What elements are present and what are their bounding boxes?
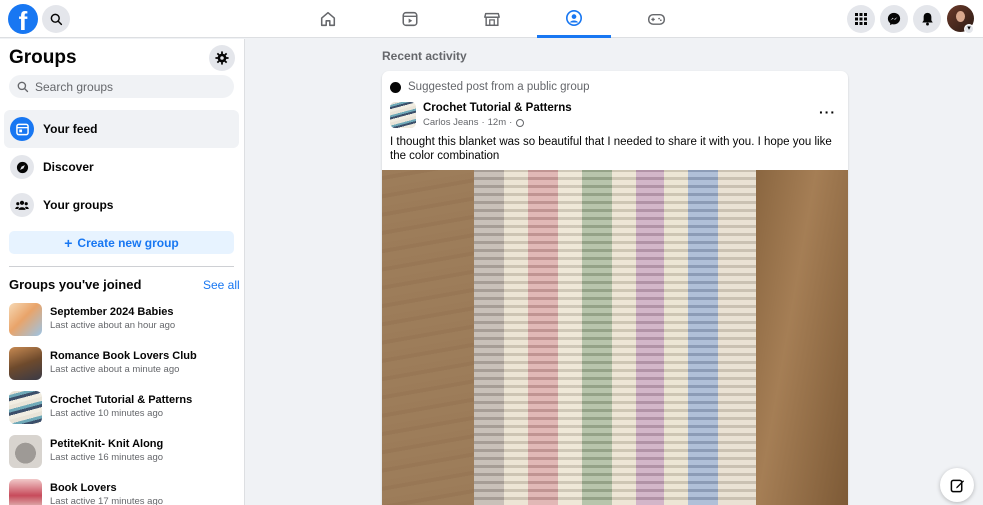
compass-icon — [10, 155, 34, 179]
post-author[interactable]: Carlos Jeans — [423, 117, 478, 128]
search-icon — [50, 13, 62, 25]
separator: · — [481, 117, 485, 128]
marketplace-icon — [484, 12, 500, 27]
recent-activity-heading: Recent activity — [382, 49, 467, 63]
globe-icon — [516, 118, 525, 127]
group-item-crochet-tutorial-patterns[interactable]: Crochet Tutorial & Patterns Last active … — [9, 390, 239, 424]
group-last-active: Last active 10 minutes ago — [50, 408, 164, 419]
group-last-active: Last active about a minute ago — [50, 364, 180, 375]
account-chevron-icon[interactable]: ▾ — [964, 24, 974, 34]
group-thumbnail — [9, 478, 42, 505]
group-thumbnail — [9, 302, 42, 336]
post-text: I thought this blanket was so beautiful … — [390, 136, 832, 162]
search-icon — [17, 81, 29, 92]
sidebar-item-label: Your feed — [43, 122, 98, 136]
search-groups-box[interactable] — [9, 75, 234, 98]
facebook-logo[interactable]: f — [8, 4, 38, 34]
sidebar-item-your-feed[interactable]: Your feed — [4, 110, 239, 148]
group-thumbnail — [9, 390, 42, 424]
create-new-group-button[interactable]: + Create new group — [9, 231, 234, 254]
tab-marketplace[interactable] — [455, 0, 529, 38]
group-name: PetiteKnit- Knit Along — [50, 438, 164, 450]
divider — [9, 266, 234, 267]
group-name: Book Lovers — [50, 482, 117, 494]
sidebar-item-label: Discover — [43, 160, 94, 174]
sidebar-item-your-groups[interactable]: Your groups — [4, 186, 239, 224]
more-options-button[interactable]: ··· — [819, 104, 836, 120]
group-name: Romance Book Lovers Club — [50, 350, 197, 362]
create-new-group-label: Create new group — [77, 235, 179, 250]
group-last-active: Last active 16 minutes ago — [50, 452, 164, 463]
group-thumbnail — [9, 434, 42, 468]
sidebar-item-label: Your groups — [43, 198, 114, 212]
new-message-button[interactable] — [940, 468, 974, 502]
feed-icon — [10, 117, 34, 141]
group-last-active: Last active about an hour ago — [50, 320, 176, 331]
messenger-icon — [887, 12, 901, 26]
post-time[interactable]: 12m — [488, 117, 506, 128]
messenger-button[interactable] — [880, 5, 908, 33]
post-photo[interactable] — [382, 170, 848, 505]
bell-icon — [921, 12, 933, 26]
tab-home[interactable] — [291, 0, 365, 38]
see-all-link[interactable]: See all — [203, 278, 240, 292]
group-item-september-2024-babies[interactable]: September 2024 Babies Last active about … — [9, 302, 239, 336]
group-avatar[interactable] — [390, 102, 416, 128]
settings-button[interactable] — [209, 45, 235, 71]
group-item-petiteknit-knit-along[interactable]: PetiteKnit- Knit Along Last active 16 mi… — [9, 434, 239, 468]
post-card: Suggested post from a public group Croch… — [382, 71, 848, 505]
suggested-post-text: Suggested post from a public group — [408, 81, 590, 93]
top-navigation-bar: f ▾ — [0, 0, 983, 38]
search-groups-input[interactable] — [35, 79, 225, 94]
plus-icon: + — [64, 234, 73, 251]
gaming-icon — [647, 13, 665, 25]
groups-sidebar: Groups Your feed Discover Your groups + … — [0, 39, 245, 505]
post-meta: Carlos Jeans · 12m · — [423, 117, 525, 128]
group-item-book-lovers[interactable]: Book Lovers Last active 17 minutes ago — [9, 478, 239, 505]
group-name: September 2024 Babies — [50, 306, 174, 318]
group-item-romance-book-lovers-club[interactable]: Romance Book Lovers Club Last active abo… — [9, 346, 239, 380]
home-icon — [320, 11, 336, 27]
post-group-name[interactable]: Crochet Tutorial & Patterns — [423, 102, 572, 114]
gear-icon — [215, 51, 229, 65]
group-thumbnail — [9, 346, 42, 380]
people-icon — [10, 193, 34, 217]
group-last-active: Last active 17 minutes ago — [50, 496, 164, 505]
tab-gaming[interactable] — [619, 0, 693, 38]
joined-groups-heading: Groups you've joined — [9, 277, 142, 292]
menu-button[interactable] — [847, 5, 875, 33]
groups-icon — [565, 9, 583, 26]
group-name: Crochet Tutorial & Patterns — [50, 394, 193, 406]
sidebar-item-discover[interactable]: Discover — [4, 148, 239, 186]
sidebar-title: Groups — [9, 47, 77, 68]
crochet-blanket-photo — [474, 170, 756, 505]
menu-grid-icon — [855, 13, 867, 25]
wood-table-edge — [756, 170, 848, 505]
tab-groups[interactable] — [537, 0, 611, 38]
separator: · — [509, 117, 513, 128]
compose-icon — [950, 479, 964, 492]
tab-watch[interactable] — [373, 0, 447, 38]
compass-icon — [390, 81, 401, 93]
notifications-button[interactable] — [913, 5, 941, 33]
watch-icon — [402, 11, 418, 27]
search-button[interactable] — [42, 5, 70, 33]
suggested-post-label: Suggested post from a public group — [390, 81, 590, 93]
